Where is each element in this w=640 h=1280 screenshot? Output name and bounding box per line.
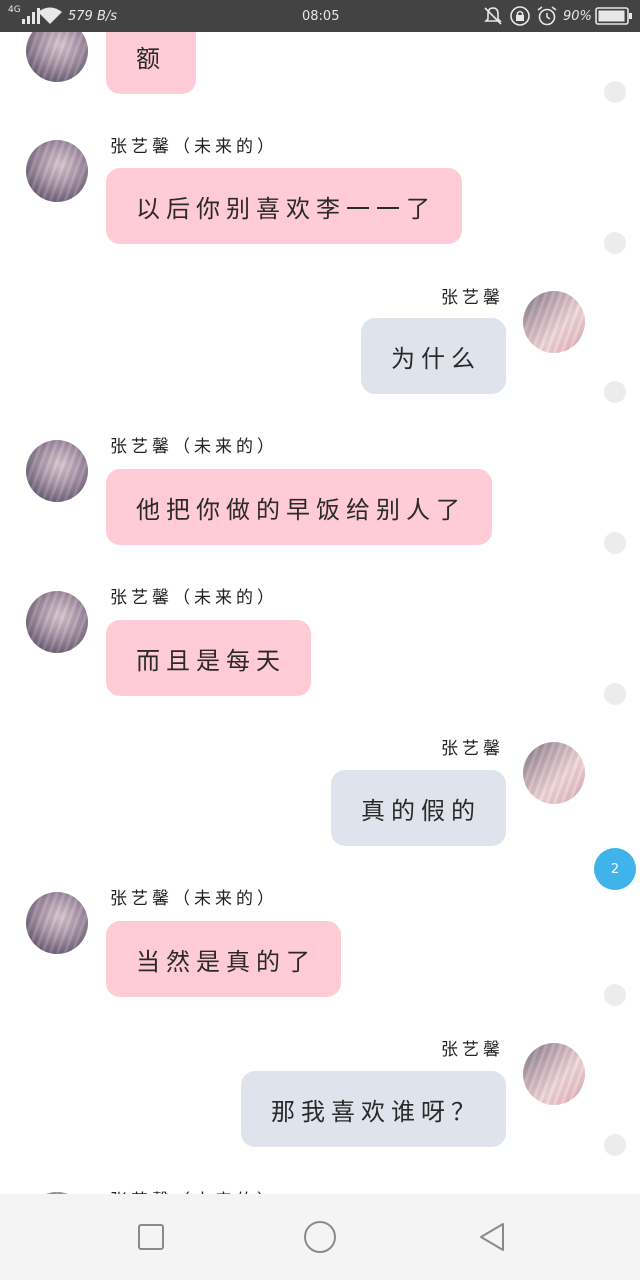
message-row: 张艺馨（未来的） [0,1182,640,1194]
read-status-icon [604,232,626,254]
message-bubble[interactable]: 额 [106,32,196,94]
message-row: 张艺馨 真的假的 [0,732,640,882]
recents-button[interactable] [126,1212,176,1262]
back-button[interactable] [467,1212,517,1262]
message-bubble[interactable]: 真的假的 [331,770,506,846]
sender-avatar[interactable] [523,291,585,353]
message-row: 张艺馨 为什么 [0,280,640,430]
message-bubble[interactable]: 他把你做的早饭给别人了 [106,469,492,545]
system-navigation-bar [0,1194,640,1280]
read-status-icon [604,984,626,1006]
read-status-icon [604,532,626,554]
sender-name: 张艺馨（未来的） [110,137,278,157]
wifi-icon [38,0,62,32]
alarm-clock-icon [536,0,558,32]
message-bubble[interactable]: 那我喜欢谁呀？ [241,1071,506,1147]
read-status-icon [604,1134,626,1156]
sender-name: 张艺馨（未来的） [110,889,278,909]
sender-avatar[interactable] [26,140,88,202]
sender-avatar[interactable] [523,742,585,804]
network-speed: 579 B/s [68,8,118,24]
sender-avatar[interactable] [26,892,88,954]
read-status-icon [604,81,626,103]
read-status-icon [604,381,626,403]
sender-name: 张艺馨 [441,288,504,308]
sender-name: 张艺馨 [441,739,504,759]
message-row: 张艺馨（未来的） 当然是真的了 [0,882,640,1032]
home-circle-icon [304,1221,336,1253]
message-row: 张艺馨（未来的） 而且是每天 [0,582,640,732]
cellular-signal-icon: 4G [8,0,40,32]
home-button[interactable] [295,1212,345,1262]
sender-avatar[interactable] [26,440,88,502]
sender-name: 张艺馨（未来的） [110,437,278,457]
sender-name: 张艺馨（未来的） [110,588,278,608]
network-type: 4G [8,5,21,15]
clock: 08:05 [302,8,340,24]
battery-icon [595,0,633,32]
status-bar: 4G 579 B/s 08:05 90% [0,0,640,32]
message-bubble[interactable]: 而且是每天 [106,620,311,696]
sender-name: 张艺馨 [441,1040,504,1060]
unread-count-badge[interactable]: 2 [594,848,636,890]
message-bubble[interactable]: 为什么 [361,318,506,394]
back-triangle-icon [480,1223,504,1251]
sender-avatar[interactable] [523,1043,585,1105]
sender-avatar[interactable] [26,591,88,653]
rotation-lock-icon [509,0,531,32]
message-bubble[interactable]: 当然是真的了 [106,921,341,997]
sender-avatar[interactable] [26,32,88,82]
message-row: 张艺馨（未来的） 他把你做的早饭给别人了 [0,432,640,582]
read-status-icon [604,683,626,705]
sender-name: 张艺馨（未来的） [110,1186,278,1194]
recents-square-icon [138,1224,164,1250]
chat-message-list[interactable]: 额 张艺馨（未来的） 以后你别喜欢李一一了 张艺馨 为什么 张艺馨（未来的） 他… [0,32,640,1194]
message-row: 张艺馨（未来的） 以后你别喜欢李一一了 [0,130,640,280]
message-bubble[interactable]: 以后你别喜欢李一一了 [106,168,462,244]
message-row: 张艺馨 那我喜欢谁呀？ [0,1032,640,1182]
message-row: 额 [0,32,640,130]
mute-bell-icon [483,0,503,32]
battery-percent: 90% [563,8,592,24]
